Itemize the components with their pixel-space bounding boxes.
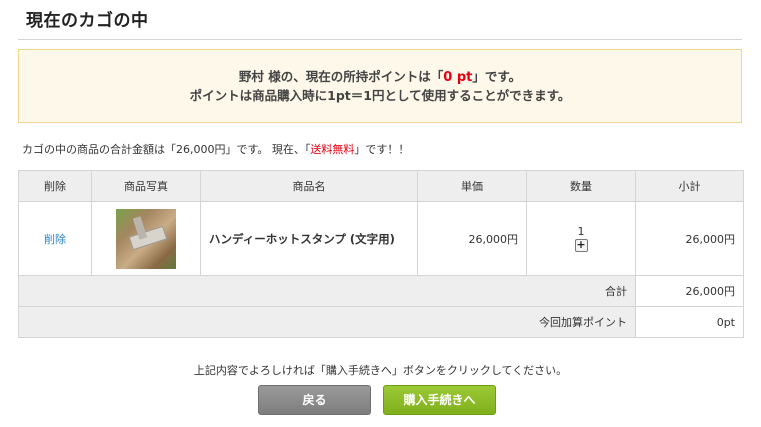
quantity-value: 1 [577, 224, 585, 238]
photo-cell [91, 201, 201, 276]
points-notice-line1: 野村 様の、現在の所持ポイントは「0 pt」です。 [19, 68, 741, 87]
header-subtotal: 小計 [635, 170, 744, 202]
product-subtotal: 26,000円 [635, 201, 744, 276]
summary-prefix: カゴの中の商品の合計金額は「26,000円」です。 現在、「 [22, 143, 311, 156]
checkout-instruction: 上記内容でよろしければ「購入手続きへ」ボタンをクリックしてください。 [193, 364, 568, 377]
points-notice-suffix: 」です。 [472, 69, 522, 84]
table-row: 削除 ハンディーホットスタンプ (文字用) 26,000円 1 + 26,000… [18, 201, 744, 276]
summary-suffix: 」です！！ [354, 143, 410, 156]
cart-table: 削除 商品写真 商品名 単価 数量 小計 削除 ハンディーホットスタンプ (文字… [18, 170, 744, 338]
header-price: 単価 [417, 170, 527, 202]
shipping-status: 送料無料 [310, 143, 355, 156]
added-points-label: 今回加算ポイント [18, 306, 636, 338]
cart-summary: カゴの中の商品の合計金額は「26,000円」です。 現在、「送料無料」です！！ [22, 141, 409, 157]
product-price: 26,000円 [417, 201, 527, 276]
total-value: 26,000円 [635, 275, 744, 307]
current-points-value: 0 pt [443, 70, 473, 85]
delete-link[interactable]: 削除 [44, 233, 66, 246]
user-name: 野村 [238, 69, 264, 84]
points-notice-line2: ポイントは商品購入時に1pt＝1円として使用することができます。 [189, 88, 571, 103]
table-header-row: 削除 商品写真 商品名 単価 数量 小計 [18, 170, 744, 202]
header-quantity: 数量 [526, 170, 636, 202]
quantity-cell: 1 + [526, 201, 636, 276]
points-row: 今回加算ポイント 0pt [18, 306, 744, 338]
header-name: 商品名 [200, 170, 418, 202]
header-photo: 商品写真 [91, 170, 201, 202]
back-button[interactable]: 戻る [258, 385, 371, 415]
points-notice-text: 様の、現在の所持ポイントは「 [268, 69, 444, 84]
total-label: 合計 [18, 275, 636, 307]
delete-cell: 削除 [18, 201, 92, 276]
total-row: 合計 26,000円 [18, 275, 744, 307]
product-thumbnail[interactable] [116, 208, 176, 269]
title-divider [18, 39, 742, 40]
points-notice: 野村 様の、現在の所持ポイントは「0 pt」です。 ポイントは商品購入時に1pt… [18, 49, 742, 123]
page-title: 現在のカゴの中 [26, 11, 149, 31]
added-points-value: 0pt [635, 306, 744, 338]
plus-icon[interactable]: + [574, 238, 588, 252]
product-name: ハンディーホットスタンプ (文字用) [200, 201, 418, 276]
header-delete: 削除 [18, 170, 92, 202]
checkout-button[interactable]: 購入手続きへ [383, 385, 496, 415]
